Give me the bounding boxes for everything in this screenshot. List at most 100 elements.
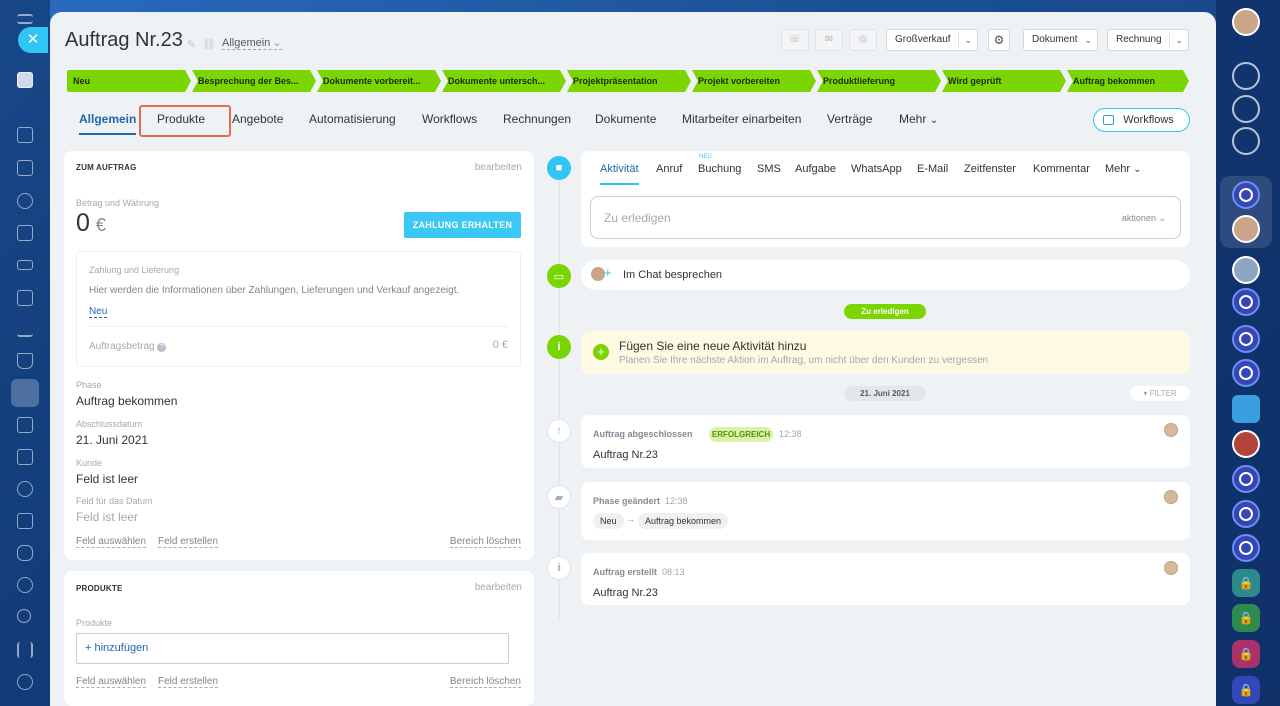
calendar-icon[interactable] [17,513,33,529]
doc-icon[interactable] [17,127,33,143]
tab-rechnungen[interactable]: Rechnungen [503,112,571,126]
stage-item[interactable]: Dokumente vorbereit... [317,70,441,92]
apps-icon[interactable] [17,642,33,658]
edit-title-icon[interactable]: ✎ [187,38,196,51]
chat-icon[interactable]: ◎ [849,29,877,51]
settings-icon[interactable] [17,674,33,690]
tab-vertraege[interactable]: Verträge [827,112,872,126]
edit-doc-icon[interactable] [17,417,33,433]
tab-automatisierung[interactable]: Automatisierung [309,112,396,126]
new-payment-link[interactable]: Neu [89,306,108,318]
receive-payment-button[interactable]: ZAHLUNG ERHALTEN [404,212,521,238]
edit-link[interactable]: bearbeiten [475,582,522,593]
tab-task[interactable]: Aufgabe [795,163,836,175]
delete-section-link[interactable]: Bereich löschen [449,536,521,548]
search-chat-icon[interactable] [1232,127,1260,155]
copy-link-icon[interactable]: ⛓ [202,38,216,51]
tab-allgemein[interactable]: Allgemein [79,112,137,135]
stage-item[interactable]: Projekt vorbereiten [692,70,816,92]
chat-bubble-icon[interactable] [1232,395,1260,423]
close-date-value[interactable]: 21. Juni 2021 [76,433,148,447]
tab-comment[interactable]: Kommentar [1033,163,1090,175]
filter-button[interactable]: ▾ FILTER [1130,386,1190,401]
cart-icon[interactable] [17,353,33,369]
stage-item[interactable]: Produktlieferung [817,70,941,92]
chat-group-icon[interactable] [1232,500,1260,528]
contacts-icon[interactable] [17,193,33,209]
chat-discuss-bar[interactable]: + Im Chat besprechen [581,260,1190,290]
lock-icon[interactable] [1232,640,1260,668]
card-icon[interactable] [17,260,33,270]
stage-item[interactable]: Dokumente untersch... [442,70,566,92]
lock-icon[interactable] [1232,569,1260,597]
gear-icon[interactable]: ⚙ [988,29,1010,51]
help-icon[interactable]: ? [157,343,167,352]
file-icon[interactable] [17,225,33,241]
chart-icon[interactable] [17,321,33,337]
user-avatar[interactable] [1232,8,1260,36]
tasks-icon[interactable] [17,160,33,176]
chat-group-icon[interactable] [1232,465,1260,493]
create-field-link[interactable]: Feld erstellen [158,536,219,548]
goal-icon[interactable] [17,577,33,593]
stage-item[interactable]: Auftrag bekommen [1067,70,1189,92]
tab-booking[interactable]: Buchung [698,163,741,175]
tab-mitarbeiter[interactable]: Mitarbeiter einarbeiten [682,112,801,126]
delete-section-link[interactable]: Bereich löschen [449,676,521,688]
chat-group-icon[interactable] [1232,359,1260,387]
workflows-button[interactable]: Workflows [1093,108,1190,132]
tab-timeslot[interactable]: Zeitfenster [964,163,1016,175]
robot-icon[interactable] [17,545,33,561]
tab-workflows[interactable]: Workflows [422,112,477,126]
tab-activity[interactable]: Aktivität [600,163,639,185]
phase-value[interactable]: Auftrag bekommen [76,394,177,408]
mail-icon[interactable]: ✉ [815,29,843,51]
chat-avatar[interactable] [1232,430,1260,458]
lock-icon[interactable] [1232,604,1260,632]
chat-group-icon[interactable] [1232,325,1260,353]
board-icon[interactable] [17,290,33,306]
create-field-link[interactable]: Feld erstellen [158,676,219,688]
pipeline-dropdown[interactable]: Großverkauf ⌄ [886,29,978,51]
stage-item[interactable]: Wird geprüft [942,70,1066,92]
tab-email[interactable]: E-Mail [917,163,948,175]
actions-dropdown[interactable]: aktionen ⌄ [1122,213,1166,224]
chat-avatar[interactable] [1232,256,1260,284]
client-value[interactable]: Feld ist leer [76,472,138,486]
menu-icon[interactable] [17,14,33,24]
category-select[interactable]: Allgemein ⌄ [222,36,282,50]
tab-call[interactable]: Anruf [656,163,682,175]
chat-group-icon[interactable] [1232,534,1260,562]
document-dropdown[interactable]: Dokument ⌄ [1023,29,1098,51]
message-icon[interactable] [17,449,33,465]
tab-more[interactable]: Mehr ⌄ [899,112,938,126]
edit-link[interactable]: bearbeiten [475,162,522,173]
activity-icon[interactable] [1232,95,1260,123]
notifications-icon[interactable] [1232,62,1260,90]
close-slider-button[interactable]: ✕ [18,27,48,53]
tab-whatsapp[interactable]: WhatsApp [851,163,902,175]
datefield-value[interactable]: Feld ist leer [76,510,138,524]
target-icon[interactable] [17,481,33,497]
stage-item[interactable]: Projektpräsentation [567,70,691,92]
checklist-icon[interactable] [1232,676,1260,704]
collapse-icon[interactable] [17,72,33,88]
select-field-link[interactable]: Feld auswählen [76,536,147,548]
tab-sms[interactable]: SMS [757,163,781,175]
chat-avatar[interactable] [1232,215,1260,243]
add-product-input[interactable]: + hinzufügen [76,633,509,664]
stage-item[interactable]: Neu [67,70,191,92]
counter-icon[interactable] [17,609,31,623]
chat-group-icon[interactable] [1232,181,1260,209]
tab-angebote[interactable]: Angebote [232,112,283,126]
invoice-dropdown[interactable]: Rechnung ⌄ [1107,29,1189,51]
stage-item[interactable]: Besprechung der Bes... [192,70,316,92]
tab-dokumente[interactable]: Dokumente [595,112,656,126]
select-field-link[interactable]: Feld auswählen [76,676,147,688]
crm-funnel-icon[interactable] [11,379,39,407]
tab-more[interactable]: Mehr ⌄ [1105,163,1142,175]
phone-icon[interactable]: ☏ [781,29,809,51]
todo-input[interactable]: Zu erledigen aktionen ⌄ [590,196,1181,239]
add-activity-hint[interactable]: + Fügen Sie eine neue Aktivität hinzu Pl… [581,331,1190,374]
chat-group-icon[interactable] [1232,288,1260,316]
